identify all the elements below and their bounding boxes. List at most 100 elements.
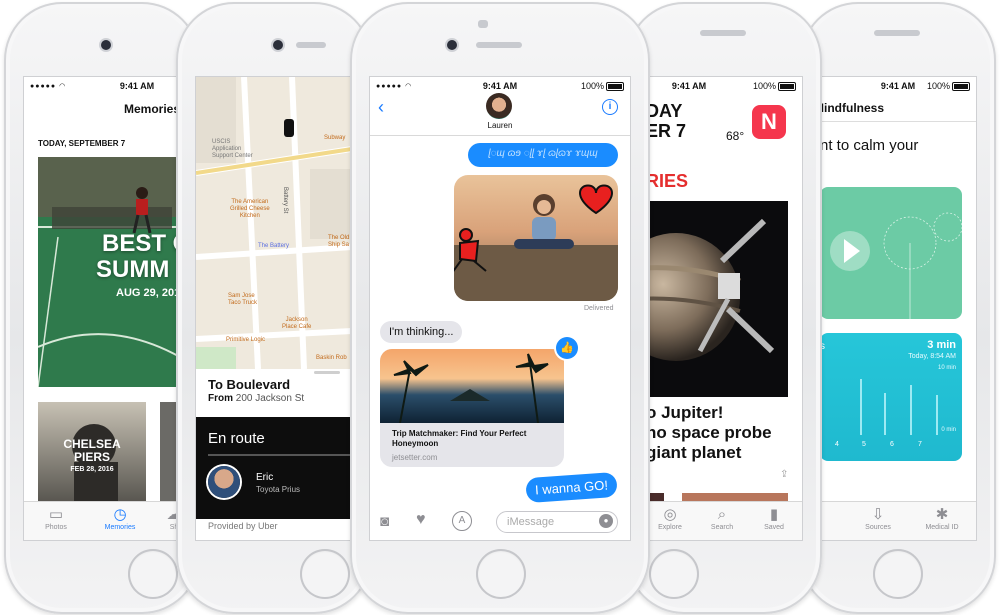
app-store-icon[interactable]: A — [452, 511, 472, 531]
sources-icon: ⇩ — [871, 506, 885, 523]
chart-bar — [910, 385, 912, 435]
health-screen: 9:41 AM 100% Mindfulness nt to calm your… — [820, 77, 976, 540]
battery-percent: 100% — [752, 81, 776, 91]
home-button[interactable] — [476, 549, 526, 599]
photo-message[interactable] — [454, 175, 618, 301]
page-title: Memories — [124, 102, 180, 116]
tab-memories[interactable]: ◷ Memories — [90, 506, 150, 531]
messages-screen: ●●●●● ◠ 9:41 AM 100% ‹ Lauren i ɭ◌ɰ ɷɘ ◌… — [370, 77, 630, 540]
handwriting-bubble[interactable]: ɭ◌ɰ ɷɘ ◌ɭɭ ɤɭ ɷɭɷɤ ɤɰɰ — [468, 143, 618, 167]
photo-with-stickers — [454, 184, 618, 301]
status-bar: 9:41 AM 100% — [820, 77, 976, 93]
news-screen: 9:41 AM 100% DAY ER 7 N 68° RIES o Jupit… — [646, 77, 802, 540]
memory-date: AUG 29, 201 — [116, 287, 180, 299]
headline[interactable]: o Jupiter! no space probe giant planet — [646, 403, 772, 463]
route-card[interactable]: To Boulevard From 200 Jackson St — [196, 369, 352, 417]
driver-avatar — [208, 466, 240, 498]
back-chevron-icon[interactable]: ‹ — [378, 97, 384, 118]
axis-bottom-label: 0 min — [941, 427, 956, 433]
home-button[interactable] — [300, 549, 350, 599]
map-label-uscis: USCIS Application Support Center — [212, 139, 253, 159]
tab-sources[interactable]: ⇩ Sources — [848, 506, 908, 531]
phone-news: 9:41 AM 100% DAY ER 7 N 68° RIES o Jupit… — [626, 2, 822, 614]
x-tick: 4 — [835, 441, 839, 448]
memory-title: BEST O SUMM — [96, 230, 180, 283]
info-icon[interactable]: i — [602, 99, 618, 115]
contact-avatar[interactable] — [486, 93, 512, 119]
tab-photos[interactable]: ▭ Photos — [26, 506, 86, 531]
camera-icon[interactable]: ◙ — [380, 513, 389, 530]
tab-medical-id[interactable]: ✱ Medical ID — [912, 506, 972, 531]
x-tick: 5 — [862, 441, 866, 448]
map-streets — [196, 77, 352, 369]
map-label-ship: The Old Ship Sa — [328, 235, 350, 248]
tab-shared[interactable]: ☁ Sh — [144, 506, 181, 531]
x-tick: 6 — [890, 441, 894, 448]
message-input[interactable]: iMessage ● — [496, 511, 618, 533]
tab-bar: ⇩ Sources ✱ Medical ID — [820, 501, 976, 540]
tab-saved[interactable]: ▮ Saved — [744, 506, 802, 531]
section-title: RIES — [646, 171, 689, 191]
map-label-subway: Subway — [324, 135, 346, 141]
digital-touch-icon[interactable]: ♥ — [416, 511, 426, 529]
chart-bar — [884, 393, 886, 435]
shared-icon: ☁ — [166, 506, 181, 523]
driver-name: Eric — [256, 472, 274, 483]
memory-title-line1: BEST O — [102, 230, 180, 257]
memory-card[interactable]: BEST O SUMM AUG 29, 201 — [38, 157, 180, 387]
divider — [370, 135, 630, 136]
thumbs-up-tapback-icon[interactable]: 👍 — [556, 337, 578, 359]
map-label-battery-st: Battery St — [282, 187, 288, 214]
memory-card-2[interactable]: CHELSEA PIERS FEB 28, 2016 — [38, 402, 146, 512]
home-button[interactable] — [128, 549, 178, 599]
status-time: 9:41 AM — [119, 81, 155, 91]
link-preview-card[interactable]: Trip Matchmaker: Find Your Perfect Honey… — [380, 349, 564, 467]
tab-bar: ◎ Explore ⌕ Search ▮ Saved — [646, 501, 802, 540]
map-view[interactable]: USCIS Application Support Center The Ame… — [196, 77, 352, 369]
status-bar: ●●●●● ◠ 9:41 AM 100% — [370, 77, 630, 93]
temperature: 68° — [726, 129, 745, 143]
phone-health: 9:41 AM 100% Mindfulness nt to calm your… — [800, 2, 996, 614]
earpiece — [874, 30, 920, 36]
home-button[interactable] — [649, 549, 699, 599]
progress-bar — [208, 454, 352, 456]
photos-screen: ●●●●● ◠ 9:41 AM Memories TODAY, SEPTEMBE… — [24, 77, 180, 540]
resort-photo — [393, 353, 549, 424]
grabber[interactable] — [314, 371, 340, 374]
driver-car: Toyota Prius — [256, 485, 301, 494]
memory2-date: FEB 28, 2016 — [70, 466, 114, 473]
reply-bubble[interactable]: I wanna GO! — [525, 471, 618, 504]
home-button[interactable] — [873, 549, 923, 599]
news-logo-icon[interactable]: N — [752, 105, 786, 139]
memory2-title: CHELSEA PIERS — [38, 438, 146, 464]
link-image — [380, 349, 564, 424]
delivered-label: Delivered — [584, 305, 614, 312]
x-tick: 7 — [918, 441, 922, 448]
breathe-card[interactable] — [820, 187, 962, 319]
heart-sticker — [578, 184, 614, 215]
chart-bar — [936, 395, 938, 435]
front-camera — [273, 40, 283, 50]
battery-percent: 100% — [926, 81, 950, 91]
date-header: DAY ER 7 — [646, 101, 686, 141]
map-label-battery: The Battery — [258, 243, 290, 249]
tab-bar: ▭ Photos ◷ Memories ☁ Sh — [24, 501, 180, 540]
photos-icon: ▭ — [48, 506, 64, 523]
earpiece — [296, 42, 326, 48]
maps-screen: USCIS Application Support Center The Ame… — [196, 77, 352, 540]
map-label-jackson: Jackson Place Cafe — [282, 317, 312, 330]
car-icon — [284, 119, 294, 137]
from-prefix: From — [208, 393, 233, 404]
front-camera — [447, 40, 457, 50]
uber-panel[interactable]: En route Eric Toyota Prius — [196, 417, 352, 519]
microphone-icon[interactable]: ● — [599, 514, 613, 528]
memory2-title-line2: PIERS — [73, 450, 110, 464]
contact-name[interactable]: Lauren — [370, 121, 630, 130]
chart-date: Today, 8:54 AM — [908, 353, 956, 360]
thinking-bubble[interactable]: I'm thinking... — [380, 321, 463, 343]
jupiter-image[interactable] — [646, 201, 788, 397]
share-icon[interactable]: ⇪ — [780, 469, 788, 480]
tab-search[interactable]: ⌕ Search — [692, 506, 752, 531]
status-bar: 9:41 AM 100% — [646, 77, 802, 93]
memory-title-line2: SUMM — [96, 256, 170, 283]
